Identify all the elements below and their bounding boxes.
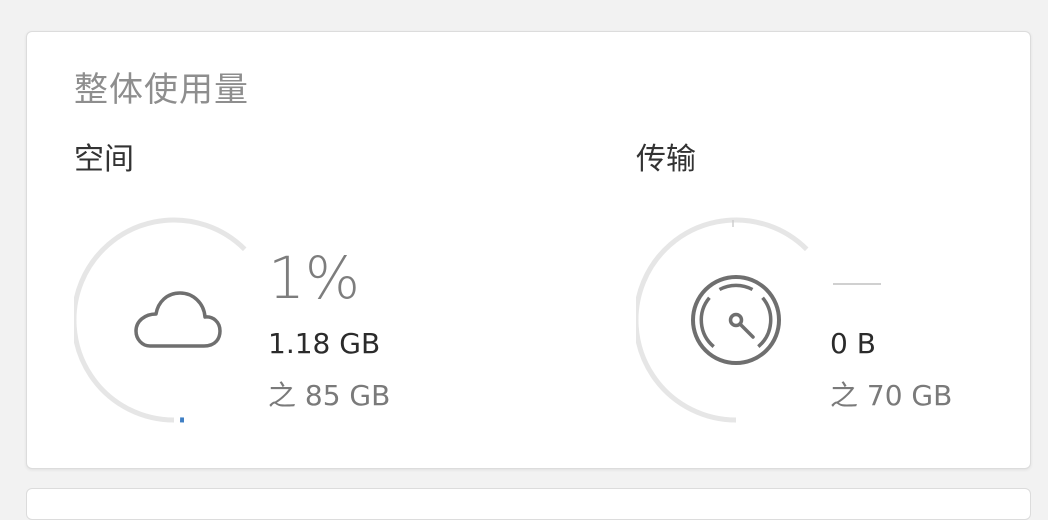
transfer-gauge (636, 210, 856, 430)
cloud-icon (136, 293, 220, 346)
transfer-percent-placeholder (833, 283, 881, 285)
speedometer-icon (693, 277, 779, 363)
transfer-used: 0 B (830, 326, 876, 362)
storage-gauge (74, 210, 294, 430)
storage-gauge-track (74, 220, 245, 420)
storage-percent: 1% (268, 246, 360, 310)
transfer-label: 传输 (636, 140, 696, 180)
transfer-gauge-track (636, 220, 807, 420)
storage-total: 之 85 GB (268, 378, 390, 414)
storage-label: 空间 (74, 140, 134, 180)
panel-title: 整体使用量 (74, 68, 249, 112)
next-card (26, 488, 1031, 520)
transfer-total: 之 70 GB (830, 378, 952, 414)
storage-used: 1.18 GB (268, 326, 380, 362)
